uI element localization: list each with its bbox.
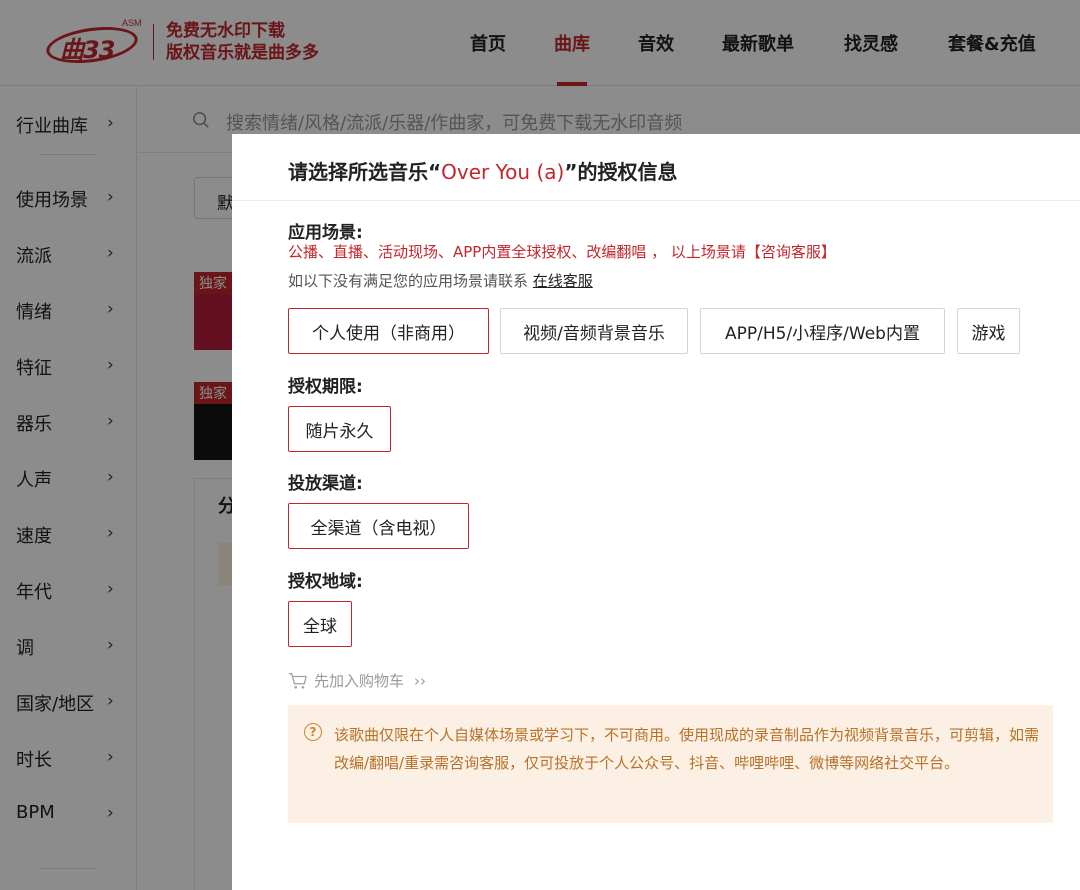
region-option-global[interactable]: 全球 bbox=[288, 601, 352, 647]
region-label: 授权地域: bbox=[288, 572, 363, 592]
scene-label: 应用场景: bbox=[288, 223, 363, 243]
online-service-link[interactable]: 在线客服 bbox=[533, 272, 593, 290]
scene-option-app-embed[interactable]: APP/H5/小程序/Web内置 bbox=[700, 308, 945, 354]
add-to-cart-button[interactable]: 先加入购物车 ›› bbox=[288, 670, 426, 691]
scene-note-gray: 如以下没有满足您的应用场景请联系 在线客服 bbox=[288, 270, 593, 291]
scene-option-personal[interactable]: 个人使用（非商用） bbox=[288, 308, 489, 354]
channel-label: 投放渠道: bbox=[288, 474, 363, 494]
modal-divider bbox=[232, 200, 1080, 201]
scene-option-video-bgm[interactable]: 视频/音频背景音乐 bbox=[500, 308, 688, 354]
scene-note-red[interactable]: 公播、直播、活动现场、APP内置全球授权、改编翻唱 ， 以上场景请【咨询客服】 bbox=[288, 241, 836, 262]
double-chevron-icon: ›› bbox=[414, 671, 427, 690]
notice-text: 该歌曲仅限在个人自媒体场景或学习下，不可商用。使用现成的录音制品作为视频背景音乐… bbox=[334, 726, 1040, 772]
scene-note-text: 如以下没有满足您的应用场景请联系 bbox=[288, 272, 529, 290]
channel-option-all[interactable]: 全渠道（含电视） bbox=[288, 503, 469, 549]
question-icon: ? bbox=[304, 723, 322, 741]
add-to-cart-label: 先加入购物车 bbox=[314, 672, 405, 690]
period-label: 授权期限: bbox=[288, 377, 363, 397]
title-suffix: ”的授权信息 bbox=[564, 160, 678, 184]
modal-title: 请选择所选音乐“Over You (a)”的授权信息 bbox=[288, 156, 677, 185]
license-modal: 请选择所选音乐“Over You (a)”的授权信息 应用场景: 公播、直播、活… bbox=[232, 134, 1080, 890]
period-option-permanent[interactable]: 随片永久 bbox=[288, 406, 391, 452]
cart-icon bbox=[289, 672, 307, 689]
scene-option-game[interactable]: 游戏 bbox=[957, 308, 1020, 354]
license-notice: ? 该歌曲仅限在个人自媒体场景或学习下，不可商用。使用现成的录音制品作为视频背景… bbox=[288, 705, 1053, 823]
song-name: Over You (a) bbox=[441, 160, 565, 184]
title-prefix: 请选择所选音乐“ bbox=[288, 160, 442, 184]
